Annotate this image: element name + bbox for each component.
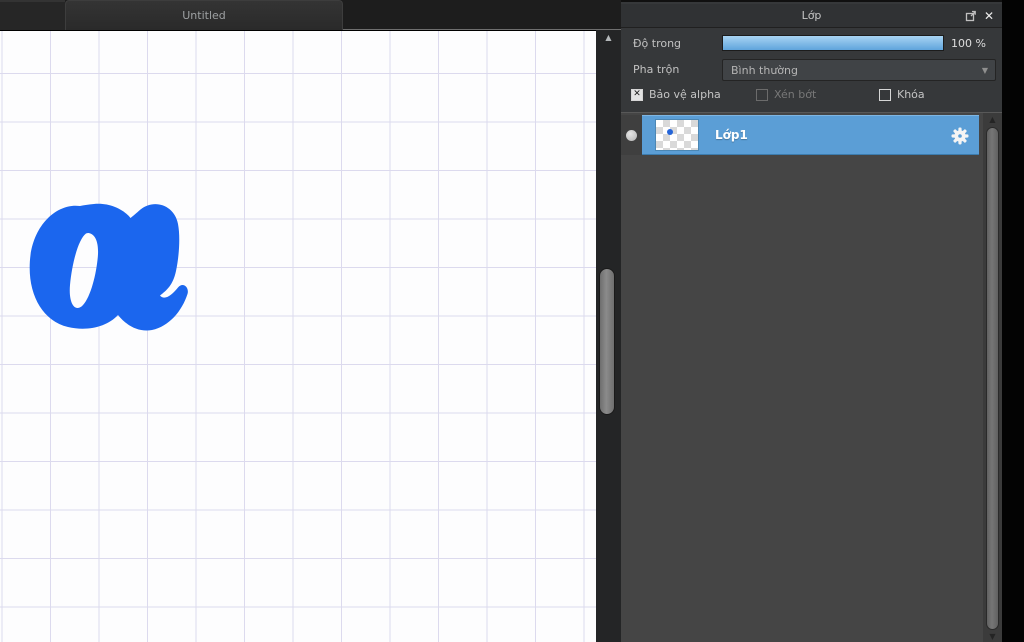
checkbox-empty-icon [756, 88, 768, 101]
layer-thumbnail-mark [667, 129, 673, 135]
app-window: Untitled ▲ Lớp ✕ Độ trong 100 % Pha trộn… [0, 0, 1024, 642]
canvas-scrollbar-thumb[interactable] [599, 268, 615, 415]
canvas-artwork-letter-a [29, 203, 188, 331]
scroll-up-icon[interactable]: ▲ [596, 32, 621, 44]
scroll-up-icon[interactable]: ▲ [983, 115, 1002, 125]
layer-name: Lớp1 [715, 128, 748, 142]
opacity-slider[interactable] [722, 35, 944, 51]
checkbox-clipping[interactable]: Xén bớt [756, 88, 816, 101]
layer-row-selected[interactable]: Lớp1 [642, 115, 979, 155]
checkbox-lock[interactable]: Khóa [879, 88, 925, 101]
scroll-down-icon[interactable]: ▼ [983, 632, 1002, 642]
blend-mode-dropdown[interactable]: Bình thường ▼ [722, 59, 996, 81]
blend-mode-selected: Bình thường [731, 63, 798, 77]
layer-list-scrollbar-thumb[interactable] [986, 127, 999, 630]
opacity-label: Độ trong [633, 37, 682, 50]
layer-visible-icon [626, 129, 637, 141]
blend-label: Pha trộn [633, 63, 680, 76]
tab-bar-leading-segment [0, 0, 65, 30]
document-tab-label: Untitled [182, 9, 226, 22]
document-tab-untitled[interactable]: Untitled [65, 0, 343, 30]
close-panel-icon[interactable]: ✕ [984, 10, 994, 22]
layer-controls: Độ trong 100 % Pha trộn Bình thường ▼ ✕ … [621, 28, 1002, 112]
layer-settings-gear-icon[interactable] [951, 127, 969, 145]
layer-option-row: ✕ Bảo vệ alpha Xén bớt Khóa [621, 88, 1002, 108]
layer-visibility-cell[interactable] [621, 115, 642, 155]
checkbox-checked-icon: ✕ [631, 88, 643, 101]
checkbox-protect-alpha-label: Bảo vệ alpha [649, 88, 721, 101]
layer-thumbnail [656, 120, 698, 150]
checkbox-clipping-label: Xén bớt [774, 88, 817, 101]
canvas-vertical-scrollbar[interactable]: ▲ [596, 30, 621, 642]
layer-list: Lớp1 ▲ ▼ [621, 112, 1002, 642]
drawing-canvas[interactable] [0, 31, 596, 642]
layer-panel: Lớp ✕ Độ trong 100 % Pha trộn Bình thườn… [621, 0, 1002, 642]
layer-panel-titlebar[interactable]: Lớp ✕ [621, 4, 1002, 28]
checkbox-protect-alpha[interactable]: ✕ Bảo vệ alpha [631, 88, 721, 101]
chevron-down-icon: ▼ [981, 65, 988, 75]
layer-list-scrollbar[interactable]: ▲ ▼ [983, 113, 1002, 642]
document-tab-bar: Untitled [0, 0, 621, 30]
layer-panel-title: Lớp [801, 9, 822, 22]
opacity-value: 100 % [951, 37, 986, 50]
layer-row-lop1[interactable]: Lớp1 [621, 115, 983, 155]
opacity-slider-fill [723, 36, 943, 50]
popout-panel-icon[interactable] [965, 10, 977, 22]
window-right-gutter [1002, 0, 1024, 642]
checkbox-lock-label: Khóa [897, 88, 925, 101]
checkbox-empty-icon [879, 88, 891, 101]
